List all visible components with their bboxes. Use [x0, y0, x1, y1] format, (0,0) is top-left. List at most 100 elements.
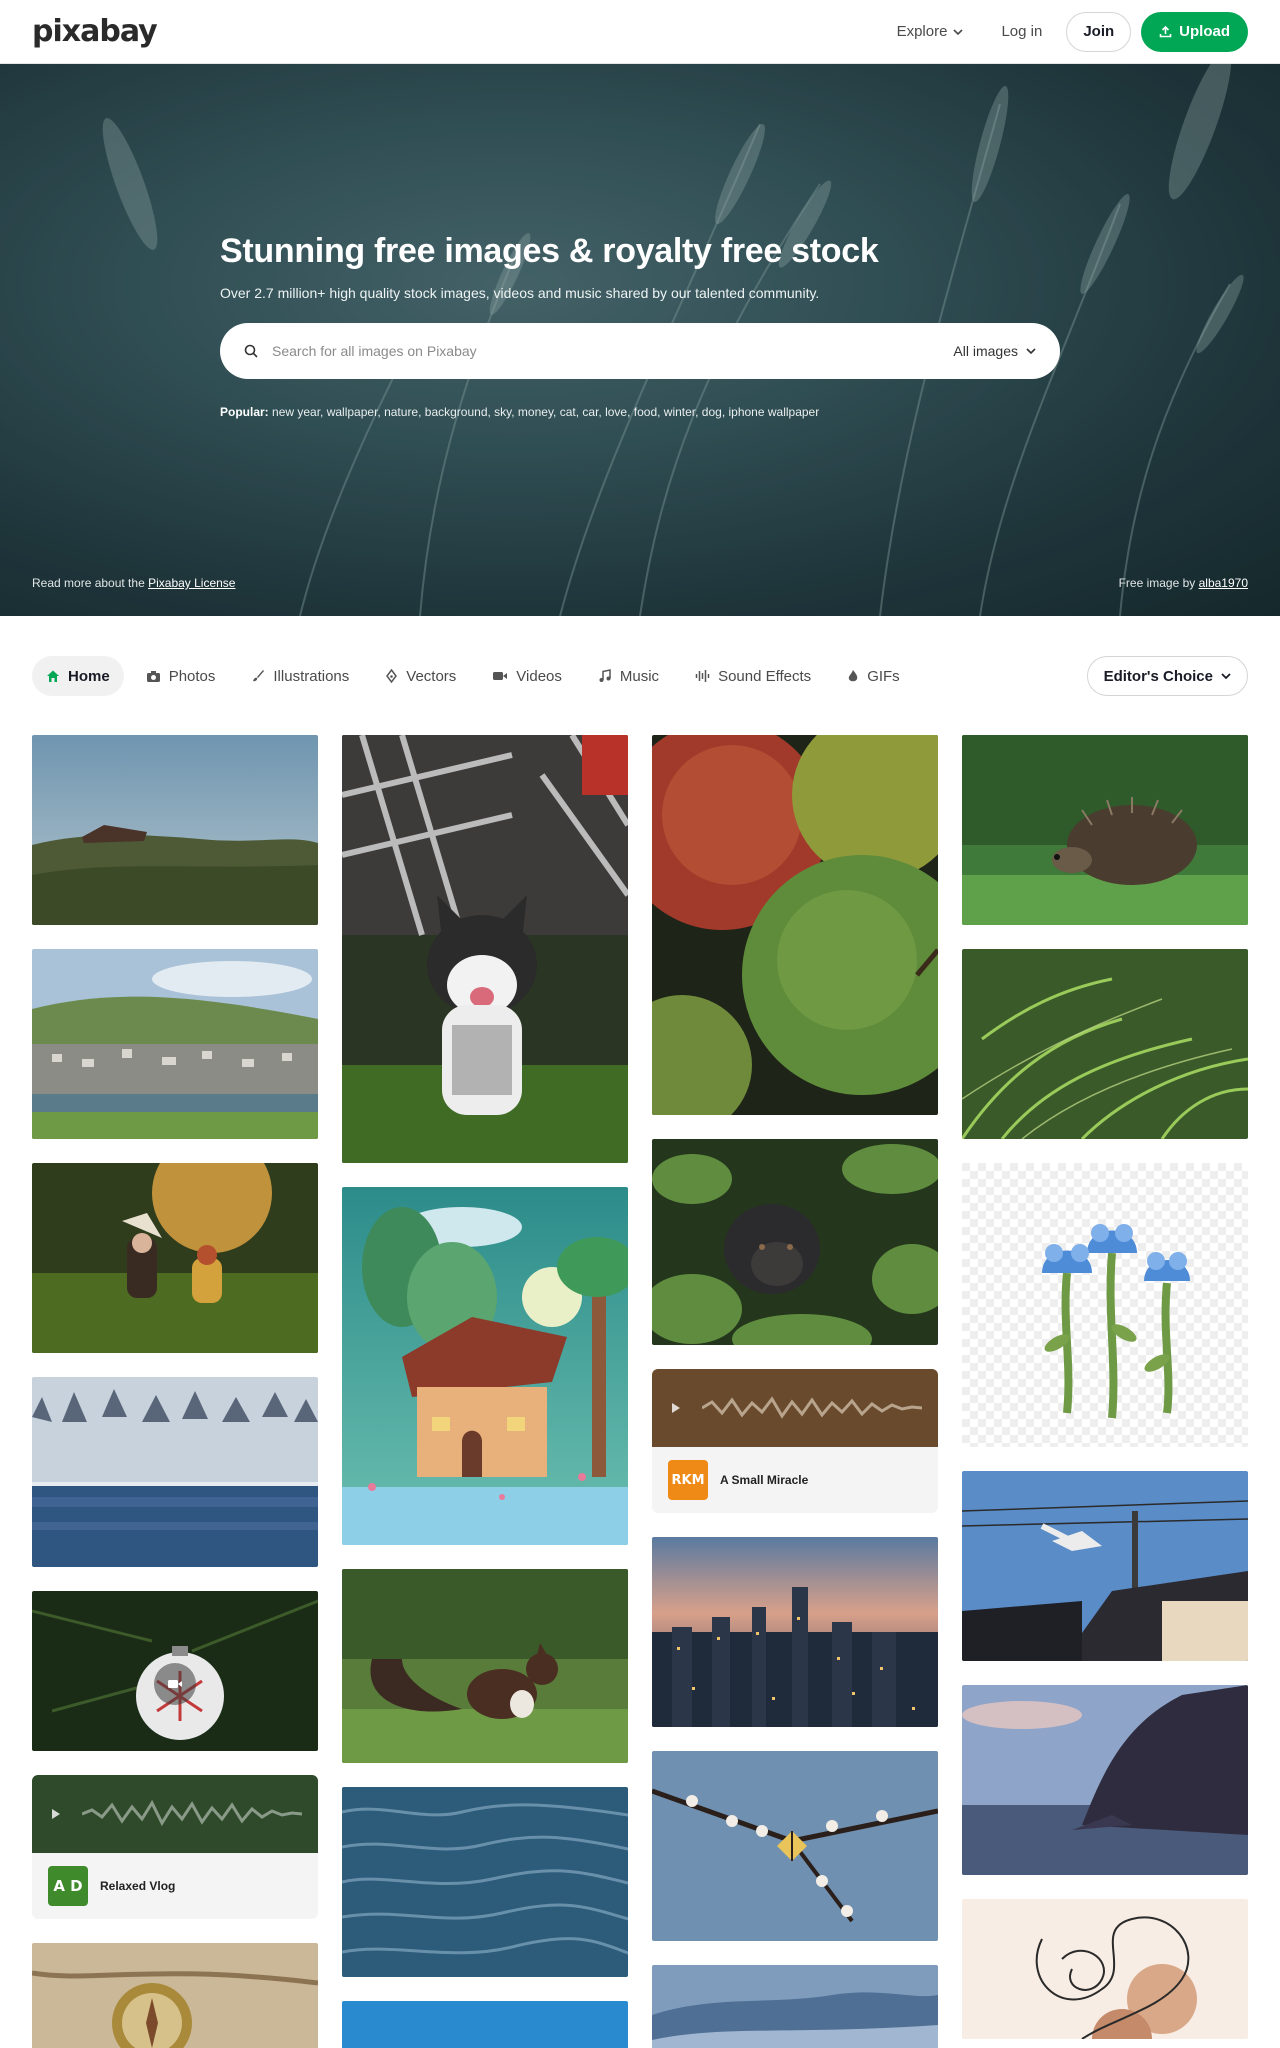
- butterfly-blossom-photo: [652, 1751, 938, 1941]
- license-link[interactable]: Pixabay License: [148, 576, 235, 590]
- ocean-waves-photo: [342, 1787, 628, 1977]
- tab-sound-effects[interactable]: Sound Effects: [681, 656, 825, 696]
- image-tile-village-valley[interactable]: [32, 949, 318, 1139]
- image-grid: A D Relaxed Vlog RKM A Small Miracle: [32, 735, 1248, 2048]
- soundwave-icon: [695, 670, 710, 682]
- tab-label: Illustrations: [273, 667, 350, 685]
- image-tile-girls-field[interactable]: [32, 1163, 318, 1353]
- ferns-photo: [962, 949, 1248, 1139]
- home-icon: [47, 670, 59, 682]
- pixabay-logo[interactable]: pixabay: [32, 14, 158, 49]
- image-tile-cartoon-house[interactable]: [342, 1187, 628, 1545]
- image-tile-blue-sky[interactable]: [342, 2001, 628, 2048]
- image-tile-city-skyline[interactable]: [652, 1537, 938, 1727]
- image-tile-squirrel[interactable]: [342, 1569, 628, 1763]
- image-tile-blue-flowers[interactable]: [962, 1163, 1248, 1447]
- tab-photos[interactable]: Photos: [132, 656, 230, 696]
- upload-button[interactable]: Upload: [1141, 11, 1248, 52]
- tab-videos[interactable]: Videos: [478, 656, 576, 696]
- upload-label: Upload: [1179, 23, 1230, 40]
- filter-label: Editor's Choice: [1103, 667, 1213, 685]
- image-tile-husky-puppy[interactable]: [342, 735, 628, 1163]
- artist-avatar: RKM: [668, 1460, 708, 1500]
- image-tile-compass[interactable]: [32, 1943, 318, 2048]
- tab-label: Music: [619, 667, 660, 685]
- image-tile-heron-rooftops[interactable]: [962, 1471, 1248, 1661]
- media-type-dropdown[interactable]: All images: [953, 343, 1036, 359]
- image-tile-line-art[interactable]: [962, 1899, 1248, 2039]
- grid-column: A D Relaxed Vlog: [32, 735, 318, 2048]
- audio-card-relaxed-vlog[interactable]: A D Relaxed Vlog: [32, 1775, 318, 1919]
- tab-gifs[interactable]: GIFs: [833, 656, 914, 696]
- tab-music[interactable]: Music: [584, 656, 673, 696]
- audio-info: A D Relaxed Vlog: [32, 1853, 318, 1919]
- media-type-label: All images: [953, 343, 1018, 359]
- image-tile-dune-house[interactable]: [32, 735, 318, 925]
- image-tile-butterfly-blossom[interactable]: [652, 1751, 938, 1941]
- credit-text: Free image by: [1118, 576, 1196, 590]
- search-input[interactable]: [272, 343, 954, 359]
- image-tile-snowy-lake[interactable]: [32, 1377, 318, 1567]
- play-icon[interactable]: [672, 1403, 680, 1413]
- hedgehog-photo: [962, 735, 1248, 925]
- music-note-icon: [599, 669, 611, 682]
- tab-vectors[interactable]: Vectors: [371, 656, 470, 696]
- play-icon[interactable]: [52, 1809, 60, 1819]
- explore-menu[interactable]: Explore: [883, 13, 978, 50]
- upload-icon: [1159, 25, 1172, 38]
- tab-home[interactable]: Home: [32, 656, 124, 696]
- popular-terms[interactable]: new year, wallpaper, nature, background,…: [272, 405, 819, 419]
- join-button[interactable]: Join: [1066, 11, 1132, 52]
- line-art-illustration: [962, 1899, 1248, 2039]
- audio-waveform-area[interactable]: [32, 1775, 318, 1853]
- video-camera-icon: [168, 1680, 182, 1688]
- login-link[interactable]: Log in: [987, 13, 1056, 50]
- image-tile-misty-hills[interactable]: [652, 1965, 938, 2048]
- popular-searches: Popular: new year, wallpaper, nature, ba…: [220, 405, 1060, 419]
- tab-label: Photos: [168, 667, 216, 685]
- license-text: Read more about the: [32, 576, 145, 590]
- image-tile-ferns[interactable]: [962, 949, 1248, 1139]
- blue-sky-photo: [342, 2001, 628, 2048]
- audio-card-a-small-miracle[interactable]: RKM A Small Miracle: [652, 1369, 938, 1513]
- coastal-cliffs-photo: [962, 1685, 1248, 1875]
- hero-subtitle: Over 2.7 million+ high quality stock ima…: [220, 285, 820, 301]
- credit-author-link[interactable]: alba1970: [1199, 576, 1248, 590]
- license-note: Read more about the Pixabay License: [32, 576, 235, 590]
- squirrel-photo: [342, 1569, 628, 1763]
- explore-label: Explore: [896, 23, 948, 40]
- city-skyline-photo: [652, 1537, 938, 1727]
- chevron-down-icon: [1026, 348, 1036, 355]
- snowy-lake-photo: [32, 1377, 318, 1567]
- chevron-down-icon: [953, 28, 964, 35]
- header-actions: Explore Log in Join Upload: [883, 11, 1248, 52]
- husky-puppy-photo: [342, 735, 628, 1163]
- image-tile-ocean-waves[interactable]: [342, 1787, 628, 1977]
- tab-illustrations[interactable]: Illustrations: [237, 656, 363, 696]
- artist-avatar: A D: [48, 1866, 88, 1906]
- chevron-down-icon: [1221, 673, 1231, 680]
- search-icon: [244, 344, 258, 358]
- image-tile-hedgehog[interactable]: [962, 735, 1248, 925]
- image-tile-coastal-cliffs[interactable]: [962, 1685, 1248, 1875]
- image-credit: Free image by alba1970: [1119, 576, 1248, 590]
- misty-hills-photo: [652, 1965, 938, 2048]
- hero-title: Stunning free images & royalty free stoc…: [220, 232, 879, 270]
- image-tile-apples[interactable]: [652, 735, 938, 1115]
- track-title[interactable]: Relaxed Vlog: [100, 1879, 175, 1893]
- gorilla-photo: [652, 1139, 938, 1345]
- blue-flowers-illustration: [962, 1163, 1248, 1447]
- video-badge: [154, 1663, 196, 1705]
- compass-map-photo: [32, 1943, 318, 2048]
- video-tile-ornament[interactable]: [32, 1591, 318, 1751]
- heron-rooftops-photo: [962, 1471, 1248, 1661]
- village-valley-photo: [32, 949, 318, 1139]
- hero-banner: Stunning free images & royalty free stoc…: [0, 64, 1280, 616]
- category-tabs: Home Photos Illustrations Vectors Videos…: [32, 655, 1248, 697]
- audio-info: RKM A Small Miracle: [652, 1447, 938, 1513]
- video-camera-icon: [493, 672, 508, 680]
- audio-waveform-area[interactable]: [652, 1369, 938, 1447]
- editors-choice-dropdown[interactable]: Editor's Choice: [1086, 656, 1248, 696]
- image-tile-gorilla[interactable]: [652, 1139, 938, 1345]
- track-title[interactable]: A Small Miracle: [720, 1473, 808, 1487]
